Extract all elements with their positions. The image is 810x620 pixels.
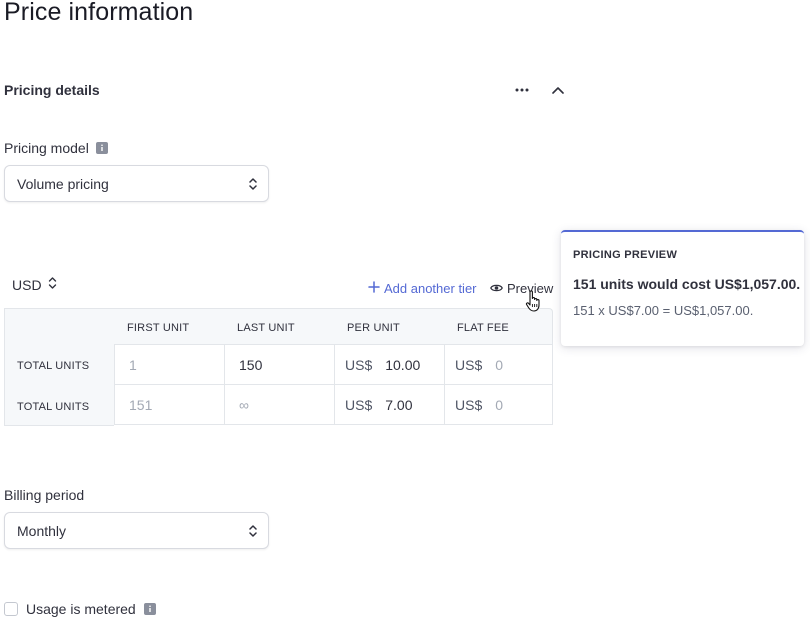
currency-prefix: US$ — [345, 356, 373, 373]
column-header-flat-fee: FLAT FEE — [457, 322, 509, 334]
pricing-model-label-text: Pricing model — [4, 140, 89, 156]
last-unit-input[interactable]: 150 — [224, 344, 335, 385]
first-unit-input[interactable]: 151 — [114, 384, 225, 425]
flat-fee-value: 0 — [495, 356, 504, 373]
popover-formula: 151 x US$7.00 = US$1,057.00. — [573, 303, 754, 318]
info-icon[interactable] — [143, 603, 156, 615]
column-header-per-unit: PER UNIT — [347, 322, 400, 334]
add-tier-button[interactable]: Add another tier — [368, 281, 477, 296]
per-unit-input[interactable]: US$ 10.00 — [334, 344, 445, 385]
currency-select[interactable]: USD — [12, 276, 57, 293]
flat-fee-input[interactable]: US$ 0 — [444, 344, 553, 385]
more-horizontal-icon[interactable] — [512, 80, 532, 100]
currency-prefix: US$ — [455, 356, 483, 373]
popover-summary: 151 units would cost US$1,057.00. — [573, 276, 801, 292]
pricing-preview-popover: PRICING PREVIEW 151 units would cost US$… — [561, 230, 804, 346]
preview-button[interactable]: Preview — [490, 281, 553, 296]
per-unit-input[interactable]: US$ 7.00 — [334, 384, 445, 425]
pricing-model-select[interactable]: Volume pricing — [4, 165, 269, 202]
popover-title: PRICING PREVIEW — [573, 249, 678, 261]
pricing-details-header: Pricing details — [4, 82, 570, 100]
last-unit-value: 150 — [239, 356, 263, 373]
column-header-last-unit: LAST UNIT — [237, 322, 295, 334]
currency-prefix: US$ — [455, 396, 483, 413]
tier-row-label: TOTAL UNITS — [17, 401, 90, 413]
currency-prefix: US$ — [345, 396, 373, 413]
chevron-up-icon[interactable] — [548, 80, 568, 100]
add-tier-label: Add another tier — [384, 281, 477, 296]
column-header-first-unit: FIRST UNIT — [127, 322, 190, 334]
first-unit-value: 1 — [129, 356, 137, 373]
tiers-table: FIRST UNIT LAST UNIT PER UNIT FLAT FEE T… — [4, 308, 553, 426]
usage-metered-checkbox[interactable] — [4, 602, 18, 616]
last-unit-value: ∞ — [239, 396, 249, 413]
plus-icon — [368, 281, 380, 296]
pricing-model-value: Volume pricing — [17, 175, 109, 192]
last-unit-input[interactable]: ∞ — [224, 384, 335, 425]
tier-row-label: TOTAL UNITS — [17, 360, 90, 372]
section-title: Pricing details — [4, 82, 100, 98]
per-unit-value: 7.00 — [385, 396, 413, 413]
page-title: Price information — [4, 0, 194, 26]
pricing-model-label: Pricing model — [4, 140, 108, 156]
usage-metered-label: Usage is metered — [26, 601, 136, 617]
hand-cursor-icon — [525, 289, 543, 318]
flat-fee-value: 0 — [495, 396, 504, 413]
billing-period-select[interactable]: Monthly — [4, 512, 269, 549]
eye-icon — [490, 281, 503, 296]
billing-period-value: Monthly — [17, 522, 67, 539]
first-unit-value: 151 — [129, 396, 153, 413]
usage-metered-row: Usage is metered — [4, 601, 156, 617]
select-chevrons-icon — [248, 176, 258, 195]
select-chevrons-icon — [248, 523, 258, 542]
select-chevrons-icon — [48, 276, 57, 293]
billing-period-label: Billing period — [4, 487, 85, 503]
flat-fee-input[interactable]: US$ 0 — [444, 384, 553, 425]
info-icon[interactable] — [95, 142, 108, 154]
currency-value: USD — [12, 276, 42, 293]
first-unit-input[interactable]: 1 — [114, 344, 225, 385]
per-unit-value: 10.00 — [385, 356, 421, 373]
